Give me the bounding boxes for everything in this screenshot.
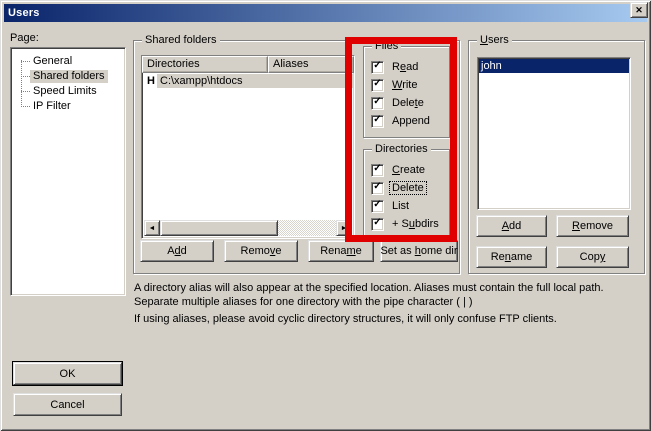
sidebar-item-general[interactable]: General: [11, 54, 125, 69]
read-checkbox[interactable]: ✓: [371, 61, 384, 74]
check-icon: ✓: [373, 164, 381, 174]
listview-header: Directories Aliases: [142, 56, 354, 73]
sidebar-item-shared-folders[interactable]: Shared folders: [11, 69, 125, 84]
sidebar-item-speed-limits[interactable]: Speed Limits: [11, 84, 125, 99]
check-icon: ✓: [373, 79, 381, 89]
perm-write: ✓ Write: [371, 76, 449, 94]
perm-label[interactable]: List: [390, 200, 411, 212]
perm-read: ✓ Read: [371, 58, 449, 76]
perm-delete-dir: ✓ Delete: [371, 179, 449, 197]
alias-help-paragraph-2: If using aliases, please avoid cyclic di…: [134, 312, 648, 326]
tree-connector-line: [21, 60, 22, 107]
user-item-john[interactable]: john: [479, 59, 629, 73]
perm-label[interactable]: Create: [390, 164, 427, 176]
column-header-aliases[interactable]: Aliases: [268, 56, 354, 73]
users-group: Users john: [468, 40, 645, 274]
perm-label[interactable]: Append: [390, 115, 432, 127]
check-icon: ✓: [373, 115, 381, 125]
home-flag: H: [145, 75, 157, 87]
check-icon: ✓: [373, 200, 381, 210]
scroll-left-button[interactable]: ◄: [144, 220, 160, 236]
check-icon: ✓: [373, 182, 381, 192]
perm-delete-file: ✓ Delete: [371, 94, 449, 112]
tree-item-label: Speed Limits: [30, 85, 100, 98]
perm-list: ✓ List: [371, 197, 449, 215]
directory-row[interactable]: H C:\xampp\htdocs: [142, 73, 354, 89]
perm-label[interactable]: Write: [390, 79, 419, 91]
subdirs-checkbox[interactable]: ✓: [371, 218, 384, 231]
directories-listview[interactable]: Directories Aliases H C:\xampp\htdocs ◄ …: [141, 55, 355, 239]
scrollbar-track[interactable]: [278, 220, 336, 236]
users-legend: Users: [477, 34, 512, 47]
scrollbar-thumb[interactable]: [160, 220, 278, 236]
tree-item-label: Shared folders: [30, 70, 108, 83]
delete-file-checkbox[interactable]: ✓: [371, 97, 384, 110]
scroll-left-icon: ◄: [149, 225, 156, 232]
scroll-right-icon: ►: [341, 225, 348, 232]
perm-label[interactable]: Delete: [390, 97, 426, 109]
user-name: john: [481, 60, 502, 72]
close-button[interactable]: ✕: [630, 2, 648, 18]
titlebar[interactable]: Users: [4, 4, 647, 22]
user-remove-button[interactable]: Remove: [556, 215, 629, 237]
set-as-home-dir-button[interactable]: Set as home dir: [380, 240, 458, 262]
create-checkbox[interactable]: ✓: [371, 164, 384, 177]
perm-label[interactable]: Read: [390, 61, 420, 73]
tree-item-label: IP Filter: [30, 100, 74, 113]
user-copy-button[interactable]: Copy: [556, 246, 629, 268]
page-label: Page:: [10, 32, 39, 44]
page-tree[interactable]: General Shared folders Speed Limits IP F…: [10, 47, 126, 296]
perm-append: ✓ Append: [371, 112, 449, 130]
users-listbox[interactable]: john: [477, 57, 631, 210]
write-checkbox[interactable]: ✓: [371, 79, 384, 92]
alias-help-paragraph-1: A directory alias will also appear at th…: [134, 281, 648, 309]
users-dialog: Users ✕ Page: General Shared folders Spe…: [0, 0, 651, 431]
user-rename-button[interactable]: Rename: [476, 246, 547, 268]
column-header-directories[interactable]: Directories: [142, 56, 268, 73]
perm-subdirs: ✓ + Subdirs: [371, 215, 449, 233]
tree-item-label: General: [30, 55, 75, 68]
horizontal-scrollbar[interactable]: ◄ ►: [144, 220, 352, 236]
folder-remove-button[interactable]: Remove: [224, 240, 298, 262]
files-permissions-group: Files ✓ Read ✓ Write ✓ Delete ✓ Append: [363, 46, 450, 138]
shared-folders-legend: Shared folders: [142, 34, 220, 47]
perm-label[interactable]: + Subdirs: [390, 218, 441, 230]
close-icon: ✕: [635, 6, 643, 15]
sidebar-item-ip-filter[interactable]: IP Filter: [11, 99, 125, 114]
check-icon: ✓: [373, 61, 381, 71]
scroll-right-button[interactable]: ►: [336, 220, 352, 236]
directories-legend: Directories: [372, 143, 431, 156]
cancel-button[interactable]: Cancel: [13, 393, 122, 416]
perm-create: ✓ Create: [371, 161, 449, 179]
user-add-button[interactable]: Add: [476, 215, 547, 237]
files-legend: Files: [372, 40, 401, 53]
list-checkbox[interactable]: ✓: [371, 200, 384, 213]
directories-permissions-group: Directories ✓ Create ✓ Delete ✓ List ✓ +…: [363, 149, 450, 241]
folder-add-button[interactable]: Add: [140, 240, 214, 262]
delete-dir-checkbox[interactable]: ✓: [371, 182, 384, 195]
window-title: Users: [4, 7, 40, 19]
folder-rename-button[interactable]: Rename: [308, 240, 374, 262]
append-checkbox[interactable]: ✓: [371, 115, 384, 128]
perm-label[interactable]: Delete: [390, 182, 426, 194]
alias-help-text: A directory alias will also appear at th…: [134, 281, 648, 329]
directory-path: C:\xampp\htdocs: [157, 74, 354, 88]
check-icon: ✓: [373, 218, 381, 228]
ok-button[interactable]: OK: [13, 362, 122, 385]
check-icon: ✓: [373, 97, 381, 107]
